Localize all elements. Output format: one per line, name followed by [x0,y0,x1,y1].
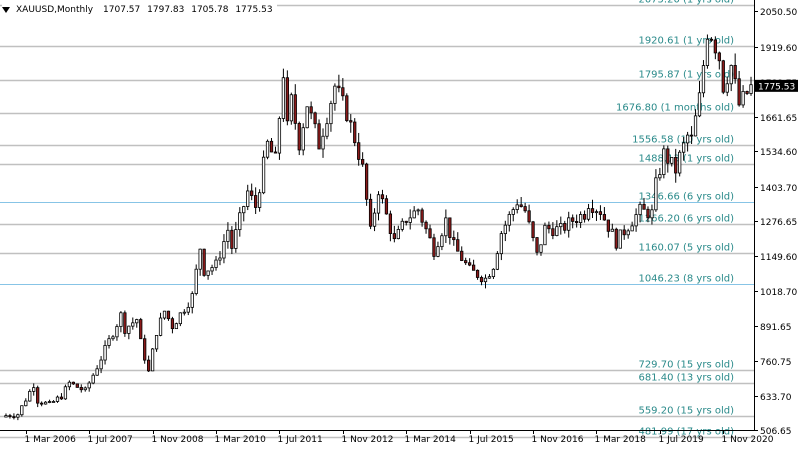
dropdown-triangle-icon[interactable] [2,7,10,13]
level-label-3: 1676.80 (1 months old) [616,103,734,114]
candle-15[interactable] [63,384,68,400]
price-tick-label-8: 1018.70 [760,288,797,298]
time-tick-label-6: 1 Mar 2014 [405,435,457,445]
price-tick-label-9: 891.65 [760,323,792,333]
candle-69[interactable] [277,116,282,160]
time-tick-label-8: 1 Nov 2016 [532,435,584,445]
candle-71[interactable] [285,70,289,126]
candle-76[interactable] [305,106,309,129]
price-tick-label-6: 1276.65 [760,218,797,228]
candle-4[interactable] [20,405,24,417]
candle-124[interactable] [495,251,500,271]
candle-66[interactable] [265,139,270,160]
candle-134[interactable] [535,237,539,256]
open-value: 1707.57 [103,5,141,15]
time-tick-label-10: 1 Jul 2019 [659,435,704,445]
candle-91[interactable] [364,162,369,206]
candle-50[interactable] [202,248,206,277]
price-tick-label-11: 633.70 [760,393,792,403]
price-chart[interactable]: 2075.20 (1 yrs old) 1920.61 (1 yrs old) 17… [0,0,800,450]
high-value: 1797.83 [147,5,185,15]
chart-header: XAUUSD,Monthly 1707.57 1797.83 1705.78 1… [2,3,277,17]
price-tick-label-5: 1403.70 [760,184,797,194]
candle-13[interactable] [55,395,60,403]
candle-154[interactable] [614,227,618,251]
candle-155[interactable] [618,229,622,249]
candle-181[interactable] [721,59,725,95]
level-label-10: 729.70 (15 yrs old) [638,360,734,371]
time-tick-label-3: 1 Mar 2010 [215,435,267,445]
level-label-5: 1488.13 (1 yrs old) [638,154,734,165]
current-price-text: 1775.53 [758,82,795,92]
candle-88[interactable] [353,118,357,147]
level-label-8: 1160.07 (5 yrs old) [638,243,734,254]
candle-177[interactable] [705,34,710,69]
level-label-12: 559.20 (15 yrs old) [638,406,734,417]
price-tick-label-7: 1149.60 [760,253,797,263]
symbol-timeframe: XAUUSD,Monthly [16,5,94,15]
time-tick-label-9: 1 Mar 2018 [595,435,647,445]
candle-34[interactable] [139,317,143,340]
level-label-2: 1795.87 (1 yrs old) [638,70,734,81]
close-value: 1775.53 [235,5,273,15]
level-label-11: 681.40 (13 yrs old) [638,373,734,384]
candle-6[interactable] [28,389,32,402]
candle-43[interactable] [174,322,179,330]
candle-136[interactable] [543,222,547,246]
candle-108[interactable] [432,233,436,260]
price-tick-label-3: 1661.65 [760,114,797,124]
time-tick-label-7: 1 Jul 2015 [469,435,514,445]
candle-166[interactable] [662,145,666,179]
price-tick-label-0: 2050.50 [760,8,797,18]
candle-65[interactable] [261,150,266,195]
current-price-tag-layer: 1775.53 [755,79,798,92]
candle-86[interactable] [345,93,349,123]
candle-30[interactable] [123,310,127,337]
candle-37[interactable] [150,348,155,372]
candle-72[interactable] [289,92,293,125]
candle-18[interactable] [75,383,79,388]
ohlc-values: 1707.57 1797.83 1705.78 1775.53 [103,5,277,15]
candle-79[interactable] [317,119,321,150]
time-tick-label-11: 1 Nov 2020 [722,435,774,445]
price-tick-label-1: 1919.60 [760,44,797,54]
time-tick-label-2: 1 Nov 2008 [152,435,204,445]
candle-176[interactable] [701,60,706,98]
low-value: 1705.78 [191,5,229,15]
level-label-6: 1346.66 (6 yrs old) [638,192,734,203]
time-tick-label-4: 1 Jul 2011 [278,435,323,445]
candle-44[interactable] [178,312,182,327]
candle-92[interactable] [368,193,373,230]
candle-48[interactable] [194,264,198,296]
time-tick-label-0: 1 Mar 2006 [25,435,77,445]
time-tick-label-1: 1 Jul 2007 [88,435,133,445]
level-label-9: 1046.23 (8 yrs old) [638,274,734,285]
price-tick-label-10: 760.75 [760,358,792,368]
price-tick-label-4: 1534.60 [760,148,797,158]
candle-35[interactable] [143,334,147,364]
candle-74[interactable] [297,121,301,156]
level-label-0: 2075.20 (1 yrs old) [638,0,734,6]
level-label-1: 1920.61 (1 yrs old) [638,36,734,47]
candle-170[interactable] [678,150,682,177]
time-tick-label-5: 1 Nov 2012 [342,435,394,445]
